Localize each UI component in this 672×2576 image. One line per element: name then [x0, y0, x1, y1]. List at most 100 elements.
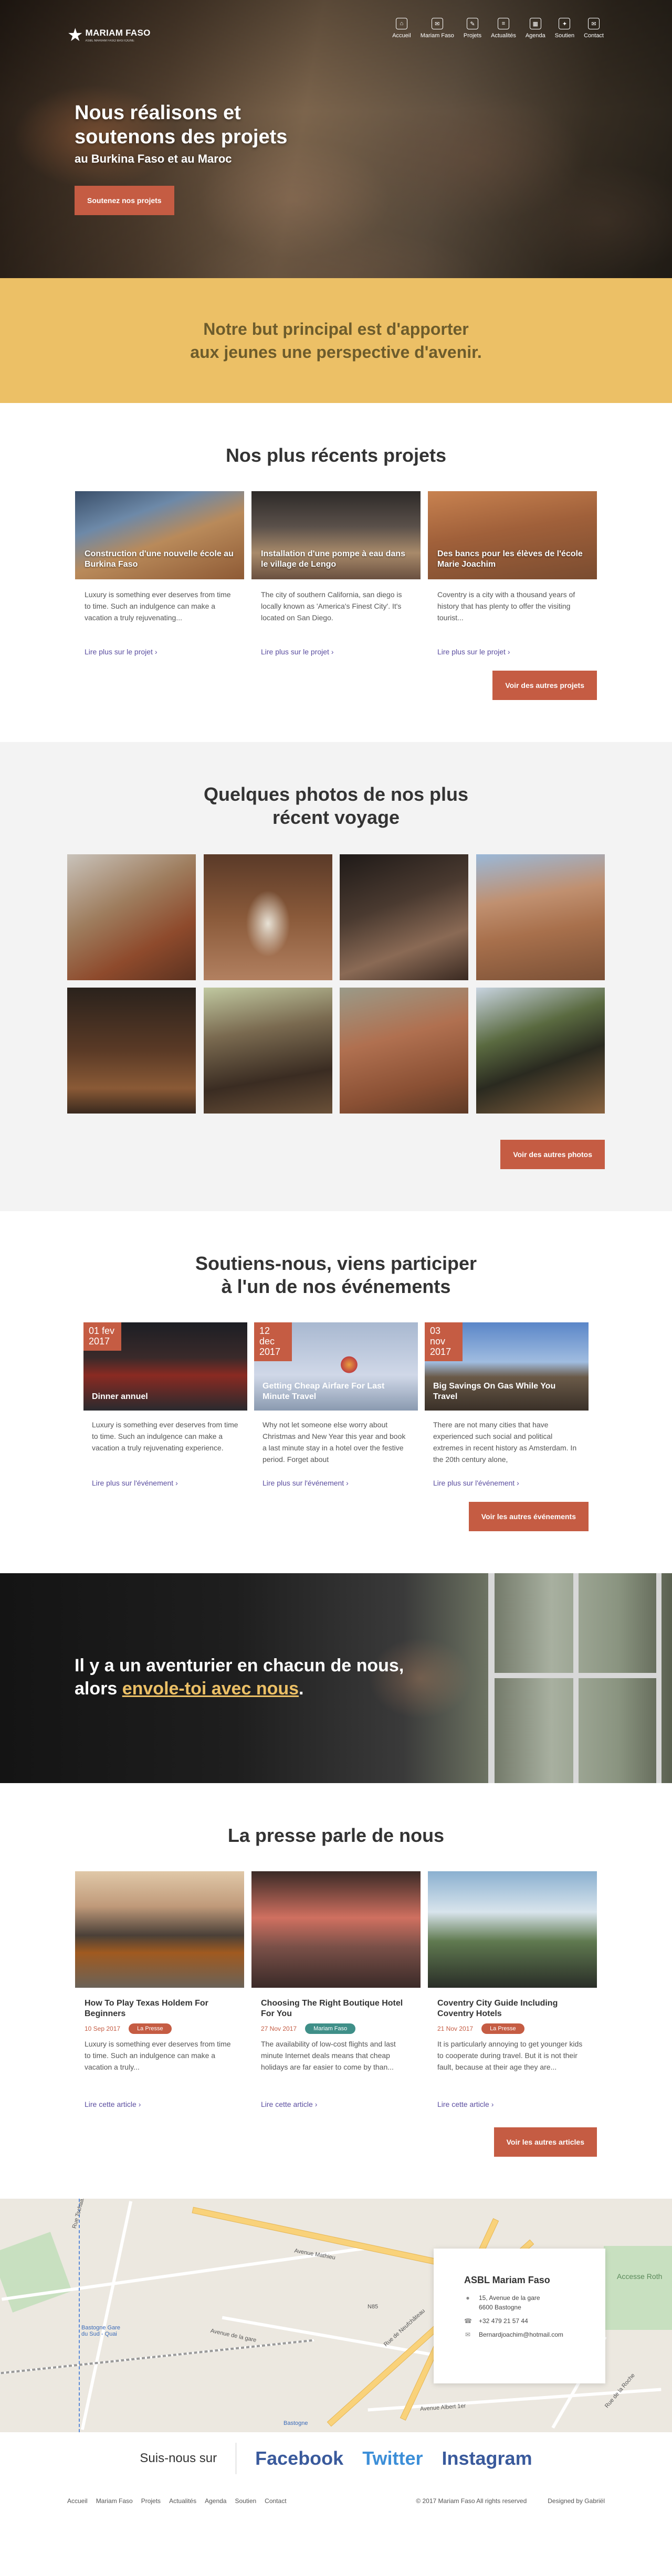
contact-address: ● 15, Avenue de la gare 6600 Bastogne: [464, 2293, 575, 2312]
press-article-title[interactable]: How To Play Texas Holdem For Beginners: [75, 1988, 244, 2019]
project-read-more-link[interactable]: Lire plus sur le projet ›: [75, 637, 244, 656]
footer-link-soutien[interactable]: Soutien: [235, 2497, 256, 2505]
gallery-photo[interactable]: [476, 854, 605, 980]
hero-title: Nous réalisons et soutenons des projets: [75, 102, 288, 148]
phone-icon: ☎: [464, 2317, 472, 2325]
address-line-2: 6600 Bastogne: [479, 2304, 521, 2311]
event-read-more-link[interactable]: Lire plus sur l'événement ›: [425, 1468, 589, 1487]
footer-link-actualites[interactable]: Actualités: [169, 2497, 196, 2505]
press-read-link[interactable]: Lire cette article ›: [75, 2090, 244, 2108]
menu-item-accueil[interactable]: ⌂ Accueil: [392, 18, 411, 52]
main-menu: ⌂ Accueil ✉ Mariam Faso ✎ Projets ≡ Actualit…: [392, 18, 604, 52]
more-projects-button[interactable]: Voir des autres projets: [492, 671, 597, 700]
menu-item-mariam-faso[interactable]: ✉ Mariam Faso: [421, 18, 454, 52]
event-read-more-link[interactable]: Lire plus sur l'événement ›: [83, 1468, 247, 1487]
logo[interactable]: ★ MARIAM FASO ASBL MARIAM FASO BASTOGNE: [67, 18, 151, 52]
press-image[interactable]: [251, 1871, 421, 1988]
gallery-photo[interactable]: [67, 854, 196, 980]
event-date-badge: 01 fev 2017: [83, 1322, 121, 1351]
project-image[interactable]: Installation d'une pompe à eau dans le v…: [251, 491, 421, 579]
footer-link-agenda[interactable]: Agenda: [205, 2497, 226, 2505]
project-read-more-link[interactable]: Lire plus sur le projet ›: [251, 637, 421, 656]
footer-link-accueil[interactable]: Accueil: [67, 2497, 88, 2505]
press-text: The availability of low-cost flights and…: [261, 2040, 396, 2071]
facebook-link[interactable]: Facebook: [255, 2447, 343, 2469]
gallery-photo[interactable]: [203, 854, 332, 980]
event-image[interactable]: 12 dec 2017 Getting Cheap Airfare For La…: [254, 1322, 418, 1411]
press-read-link[interactable]: Lire cette article ›: [251, 2090, 421, 2108]
press-meta: 27 Nov 2017 Mariam Faso: [251, 2019, 421, 2034]
support-projects-button[interactable]: Soutenez nos projets: [75, 186, 174, 215]
gallery-photo[interactable]: [203, 988, 332, 1114]
event-card: 01 fev 2017 Dinner annuel Luxury is some…: [83, 1322, 247, 1487]
map-label: Avenue Mathieu: [293, 2248, 336, 2261]
press-meta: 21 Nov 2017 La Presse: [428, 2019, 597, 2034]
press-read-link[interactable]: Lire cette article ›: [428, 2090, 597, 2108]
gift-icon: ✦: [559, 18, 571, 29]
more-photos-button[interactable]: Voir des autres photos: [500, 1140, 605, 1169]
press-date: 21 Nov 2017: [437, 2025, 474, 2032]
footer-link-mariam-faso[interactable]: Mariam Faso: [96, 2497, 133, 2505]
project-title: Installation d'une pompe à eau dans le v…: [261, 549, 405, 569]
press-tag[interactable]: La Presse: [481, 2023, 524, 2034]
footer-menu: Accueil Mariam Faso Projets Actualités A…: [67, 2497, 287, 2505]
project-image[interactable]: Construction d'une nouvelle école au Bur…: [75, 491, 244, 579]
map-label: N85: [368, 2304, 379, 2310]
press-tag[interactable]: La Presse: [129, 2023, 172, 2034]
menu-label: Accueil: [392, 33, 411, 39]
projects-title: Nos plus récents projets: [225, 444, 447, 466]
event-title: Getting Cheap Airfare For Last Minute Tr…: [262, 1382, 385, 1401]
event-image[interactable]: 03 nov 2017 Big Savings On Gas While You…: [425, 1322, 589, 1411]
menu-item-contact[interactable]: ✉ Contact: [584, 18, 604, 52]
menu-item-actualites[interactable]: ≡ Actualités: [491, 18, 516, 52]
footer-link-contact[interactable]: Contact: [265, 2497, 286, 2505]
photos-title-line-2: récent voyage: [272, 807, 400, 828]
map-label: Bastogne Gare du Sud - Quai: [81, 2325, 120, 2337]
star-logo-icon: ★: [67, 25, 83, 45]
more-articles-button[interactable]: Voir les autres articles: [494, 2127, 597, 2157]
project-title: Des bancs pour les élèves de l'école Mar…: [437, 549, 583, 569]
chat-icon: ✉: [431, 18, 443, 29]
adventure-line-2-suffix: .: [299, 1679, 304, 1699]
project-cards: Construction d'une nouvelle école au Bur…: [75, 491, 597, 656]
event-title: Dinner annuel: [92, 1392, 148, 1401]
social-bar: Suis-nous sur Facebook Twitter Instagram: [0, 2432, 672, 2485]
pencil-icon: ✎: [467, 18, 478, 29]
event-image[interactable]: 01 fev 2017 Dinner annuel: [83, 1322, 247, 1411]
twitter-link[interactable]: Twitter: [362, 2447, 423, 2469]
map-label: Accesse Roth: [617, 2272, 663, 2281]
press-article-title[interactable]: Choosing The Right Boutique Hotel For Yo…: [251, 1988, 421, 2019]
footer-link-projets[interactable]: Projets: [141, 2497, 161, 2505]
email-link[interactable]: Bernardjoachim@hotmail.com: [479, 2330, 563, 2339]
menu-item-agenda[interactable]: ▦ Agenda: [526, 18, 545, 52]
gallery-photo[interactable]: [67, 988, 196, 1114]
gallery-photo[interactable]: [476, 988, 605, 1114]
map-park: [604, 2246, 672, 2330]
adventure-text: Il y a un aventurier en chacun de nous, …: [75, 1654, 404, 1700]
photos-title-line-1: Quelques photos de nos plus: [203, 783, 469, 805]
instagram-link[interactable]: Instagram: [442, 2447, 532, 2469]
fly-with-us-link[interactable]: envole-toi avec nous: [122, 1679, 299, 1699]
press-tag[interactable]: Mariam Faso: [305, 2023, 356, 2034]
gallery-photo[interactable]: [340, 854, 469, 980]
project-read-more-link[interactable]: Lire plus sur le projet ›: [428, 637, 597, 656]
project-image[interactable]: Des bancs pour les élèves de l'école Mar…: [428, 491, 597, 579]
map[interactable]: Rue Tschaas Avenue Mathieu Avenue de la …: [0, 2199, 672, 2432]
event-date-badge: 12 dec 2017: [254, 1322, 292, 1361]
press-article-title[interactable]: Coventry City Guide Including Coventry H…: [428, 1988, 597, 2019]
project-card: Installation d'une pompe à eau dans le v…: [251, 491, 421, 656]
event-read-more-link[interactable]: Lire plus sur l'événement ›: [254, 1468, 418, 1487]
press-image[interactable]: [428, 1871, 597, 1988]
goal-line-2: aux jeunes une perspective d'avenir.: [190, 343, 482, 362]
menu-item-projets[interactable]: ✎ Projets: [464, 18, 481, 52]
menu-item-soutien[interactable]: ✦ Soutien: [555, 18, 574, 52]
more-events-button[interactable]: Voir les autres événements: [468, 1502, 589, 1531]
photos-title: Quelques photos de nos plus récent voyage: [67, 783, 605, 829]
photo-grid: [67, 854, 605, 1114]
press-image[interactable]: [75, 1871, 244, 1988]
adventure-line-1: Il y a un aventurier en chacun de nous,: [75, 1656, 404, 1676]
map-street: [80, 2201, 133, 2430]
footer-right: © 2017 Mariam Faso All rights reserved D…: [416, 2497, 605, 2505]
gallery-photo[interactable]: [340, 988, 469, 1114]
phone-link[interactable]: +32 479 21 57 44: [479, 2316, 528, 2326]
